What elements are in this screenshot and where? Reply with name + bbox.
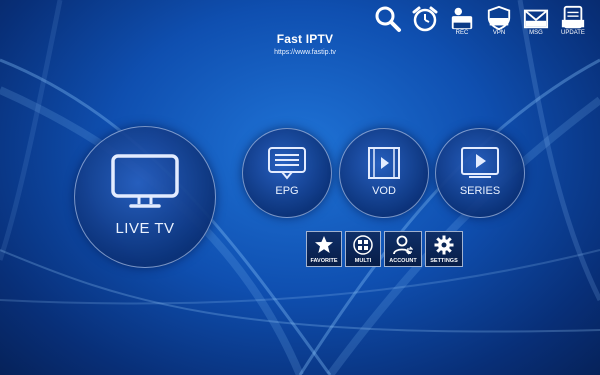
top-toolbar: REC VPN MSG UPDATE <box>373 5 588 37</box>
quick-actions: FAVORITE MULTI ACCOUNT SETTINGS <box>306 231 463 267</box>
message-label: MSG <box>529 30 543 36</box>
alarm-button[interactable] <box>410 5 440 37</box>
multi-screen-icon <box>353 235 373 255</box>
multi-screen-button[interactable]: MULTI <box>345 231 381 267</box>
star-icon <box>315 236 333 253</box>
record-icon <box>451 7 473 30</box>
epg-label: EPG <box>275 185 299 197</box>
live-tv-label: LIVE TV <box>115 219 175 237</box>
update-button[interactable]: UPDATE <box>558 5 588 37</box>
vpn-icon <box>487 5 511 31</box>
film-strip-icon <box>368 147 400 179</box>
live-tv-button[interactable]: LIVE TV <box>74 126 216 268</box>
app-url: https://www.fastip.tv <box>274 49 336 56</box>
app-title: Fast IPTV <box>276 32 334 46</box>
alarm-clock-icon <box>412 6 438 32</box>
multi-label: MULTI <box>354 258 372 264</box>
favorite-label: FAVORITE <box>310 258 338 264</box>
vod-button[interactable]: VOD <box>339 128 429 218</box>
tv-icon <box>111 153 179 208</box>
series-label: SERIES <box>459 185 501 197</box>
update-icon <box>561 5 585 29</box>
series-button[interactable]: SERIES <box>435 128 525 218</box>
update-label: UPDATE <box>561 30 585 36</box>
message-icon <box>523 9 549 29</box>
epg-button[interactable]: EPG <box>242 128 332 218</box>
search-button[interactable] <box>373 5 403 37</box>
account-button[interactable]: ACCOUNT <box>384 231 422 267</box>
message-button[interactable]: MSG <box>521 5 551 37</box>
vpn-label: VPN <box>492 30 506 36</box>
user-account-icon <box>393 235 413 255</box>
series-play-icon <box>461 147 499 178</box>
settings-label: SETTINGS <box>430 258 458 264</box>
record-button[interactable]: REC <box>447 5 477 37</box>
brand-header: Fast IPTV https://www.fastip.tv <box>240 32 370 56</box>
vod-label: VOD <box>372 185 396 197</box>
favorite-button[interactable]: FAVORITE <box>306 231 342 267</box>
record-label: REC <box>455 30 469 36</box>
epg-guide-icon <box>268 147 306 180</box>
settings-button[interactable]: SETTINGS <box>425 231 463 267</box>
account-label: ACCOUNT <box>389 258 417 264</box>
gear-icon <box>434 235 454 255</box>
vpn-button[interactable]: VPN <box>484 5 514 37</box>
search-icon <box>375 6 401 32</box>
